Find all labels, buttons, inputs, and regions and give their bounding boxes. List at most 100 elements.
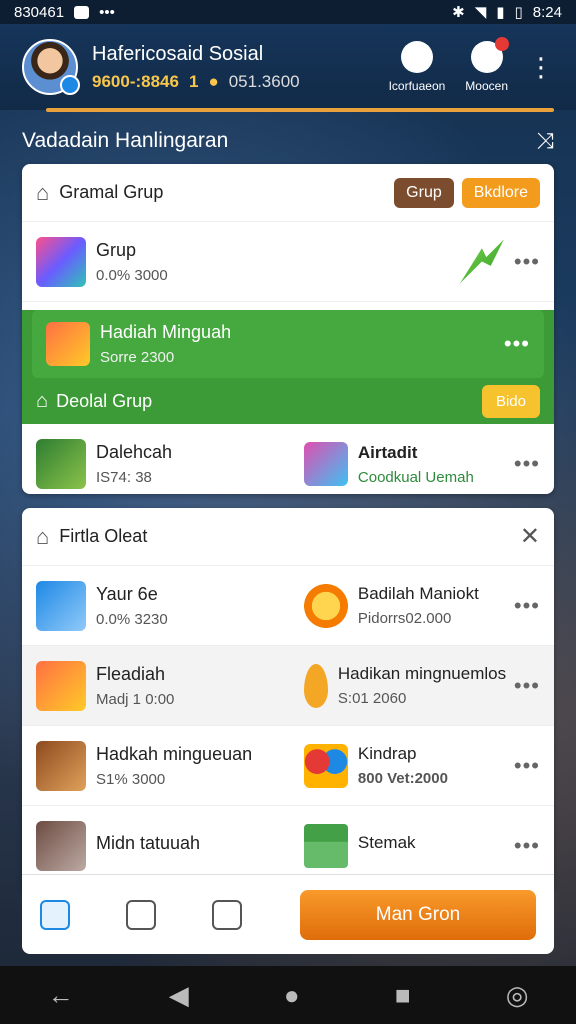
more-options-icon[interactable]: ••• [514, 593, 540, 619]
chat-icon [470, 37, 509, 73]
group-button[interactable]: Grup [394, 177, 454, 208]
profile-info: Hafericosaid Sosial 9600-:8846 1 ● 051.3… [92, 43, 369, 92]
event-thumbnail [36, 660, 86, 711]
highlight-sub: Sorre 2300 [100, 349, 175, 366]
notification-icon [74, 5, 90, 19]
item-name: Midn tatuuah [96, 832, 201, 853]
highlight-row[interactable]: Hadiah Minguah Sorre 2300 ••• [32, 310, 544, 378]
item-sub: IS74: 38 [96, 469, 152, 486]
item-right-name: Badilah Maniokt [357, 584, 479, 603]
signal-icon: ▮ [496, 4, 505, 21]
wifi-icon: ◥ [474, 4, 487, 21]
event-thumbnail [36, 580, 86, 631]
highlight-name: Hadiah Minguah [100, 322, 232, 342]
drop-icon [303, 663, 328, 708]
group-thumbnail [36, 236, 86, 287]
item-name: Grup [96, 239, 137, 260]
home-outline-icon: ⌂ [36, 523, 50, 549]
group-card: ⌂ Gramal Grup Grup Bkdlore Grup 0.0% 300… [22, 164, 554, 494]
arrow-icon [459, 239, 504, 284]
highlight-subheader: ⌂ Deolal Grup Bido [22, 378, 554, 424]
system-nav-bar: ← ◀ ● ■ ◎ [0, 966, 576, 1024]
status-left-text: 830461 [14, 3, 65, 21]
list-item[interactable]: Yaur 6e 0.0% 3230 Badilah Maniokt Pidorr… [22, 566, 554, 646]
profile-name: Hafericosaid Sosial [92, 42, 264, 65]
tab-indicator [46, 108, 554, 112]
highlight-subtitle: Deolal Grup [56, 390, 153, 411]
verified-badge-icon [60, 75, 80, 95]
item-right-sub: Coodkual Uemah [357, 468, 474, 486]
home-nav-icon[interactable] [40, 899, 70, 930]
home-circle-icon[interactable]: ● [284, 980, 300, 1011]
group-card-header: ⌂ Gramal Grup Grup Bkdlore [22, 164, 554, 222]
group-card-title: Gramal Grup [59, 182, 164, 202]
more-options-icon[interactable]: ••• [514, 673, 540, 699]
kebab-menu-icon[interactable]: ⋮ [528, 54, 554, 80]
item-name: Dalehcah [96, 442, 173, 462]
item-name: Yaur 6e [96, 583, 158, 604]
home-icon: ⌂ [36, 389, 49, 412]
status-time: 8:24 [532, 3, 562, 21]
item-name: Fleadiah [96, 663, 166, 684]
battery-icon: ▯ [514, 4, 523, 21]
shirt-nav-icon[interactable] [126, 899, 156, 930]
events-card-title: Firtla Oleat [59, 526, 148, 546]
avatar[interactable] [22, 39, 80, 95]
more-dots-icon: ••• [99, 3, 115, 21]
group-thumbnail [36, 439, 86, 489]
item-right-sub: Pidorrs02.000 [357, 610, 452, 627]
more-options-icon[interactable]: ••• [504, 331, 530, 357]
header-button-1-label: Icorfuaeon [388, 79, 446, 93]
item-sub: 0.0% 3000 [96, 266, 168, 284]
list-item[interactable]: Fleadiah Madj 1 0:00 Hadikan mingnuemlos… [22, 646, 554, 726]
shopping-bag-icon [303, 442, 348, 486]
bid-button[interactable]: Bido [481, 384, 540, 418]
bluetooth-icon: ✱ [452, 4, 465, 21]
item-right-name: Hadikan mingnuemlos [337, 664, 507, 683]
home-icon: ⌂ [36, 179, 50, 205]
list-item[interactable]: Dalehcah IS74: 38 Airtadit Coodkual Uema… [22, 424, 554, 494]
notification-dot [494, 37, 509, 51]
app-header: Hafericosaid Sosial 9600-:8846 1 ● 051.3… [0, 24, 576, 110]
item-right-sub: 800 Vet:2000 [357, 770, 448, 787]
item-sub: S1% 3000 [96, 770, 166, 788]
profile-stats: 9600-:8846 1 ● 051.3600 [92, 72, 369, 92]
back-icon[interactable]: ← [48, 980, 74, 1011]
header-button-1[interactable]: Icorfuaeon [388, 41, 446, 93]
triangle-back-icon[interactable]: ◀ [169, 980, 189, 1011]
header-button-2[interactable]: Moocen [465, 37, 509, 93]
gift-box-icon [46, 322, 90, 366]
more-options-icon[interactable]: ••• [514, 833, 540, 859]
more-options-icon[interactable]: ••• [514, 753, 540, 779]
more-options-icon[interactable]: ••• [514, 249, 540, 275]
location-icon [400, 41, 433, 73]
recents-icon[interactable]: ■ [395, 980, 411, 1011]
more-options-icon[interactable]: ••• [514, 451, 540, 477]
balloon-icon [303, 743, 348, 788]
item-name: Hadkah mingueuan [96, 743, 253, 764]
events-card: ⌂ Firtla Oleat ✕ Yaur 6e 0.0% 3230 Badil… [22, 508, 554, 888]
list-item[interactable]: Grup 0.0% 3000 ••• [22, 222, 554, 302]
coin-icon: ● [208, 71, 219, 91]
item-right-name: Stemak [357, 833, 416, 852]
item-right-name: Airtadit [357, 442, 418, 462]
stat-primary: 9600-:8846 [92, 71, 179, 91]
pencil-nav-icon[interactable] [212, 899, 242, 930]
stat-tertiary: 051.3600 [228, 71, 300, 91]
status-bar: 830461 ••• ✱ ◥ ▮ ▯ 8:24 [0, 0, 576, 24]
explore-button[interactable]: Bkdlore [461, 177, 540, 208]
shuffle-icon[interactable]: ⤨ [536, 128, 554, 154]
assistant-icon[interactable]: ◎ [506, 980, 529, 1011]
section-title: Vadadain Hanlingaran [22, 129, 229, 152]
events-card-header: ⌂ Firtla Oleat ✕ [22, 508, 554, 566]
gear-icon [303, 583, 348, 628]
list-item[interactable]: Hadkah mingueuan S1% 3000 Kindrap 800 Ve… [22, 726, 554, 806]
close-icon[interactable]: ✕ [520, 522, 540, 551]
item-sub: 0.0% 3230 [96, 610, 168, 628]
stat-secondary: 1 [188, 71, 199, 91]
main-action-button[interactable]: Man Gron [300, 889, 536, 940]
highlight-block: Hadiah Minguah Sorre 2300 ••• ⌂ Deolal G… [22, 310, 554, 424]
section-header: Vadadain Hanlingaran ⤨ [22, 126, 554, 156]
gift-icon [303, 824, 348, 868]
item-sub: Madj 1 0:00 [96, 690, 175, 708]
